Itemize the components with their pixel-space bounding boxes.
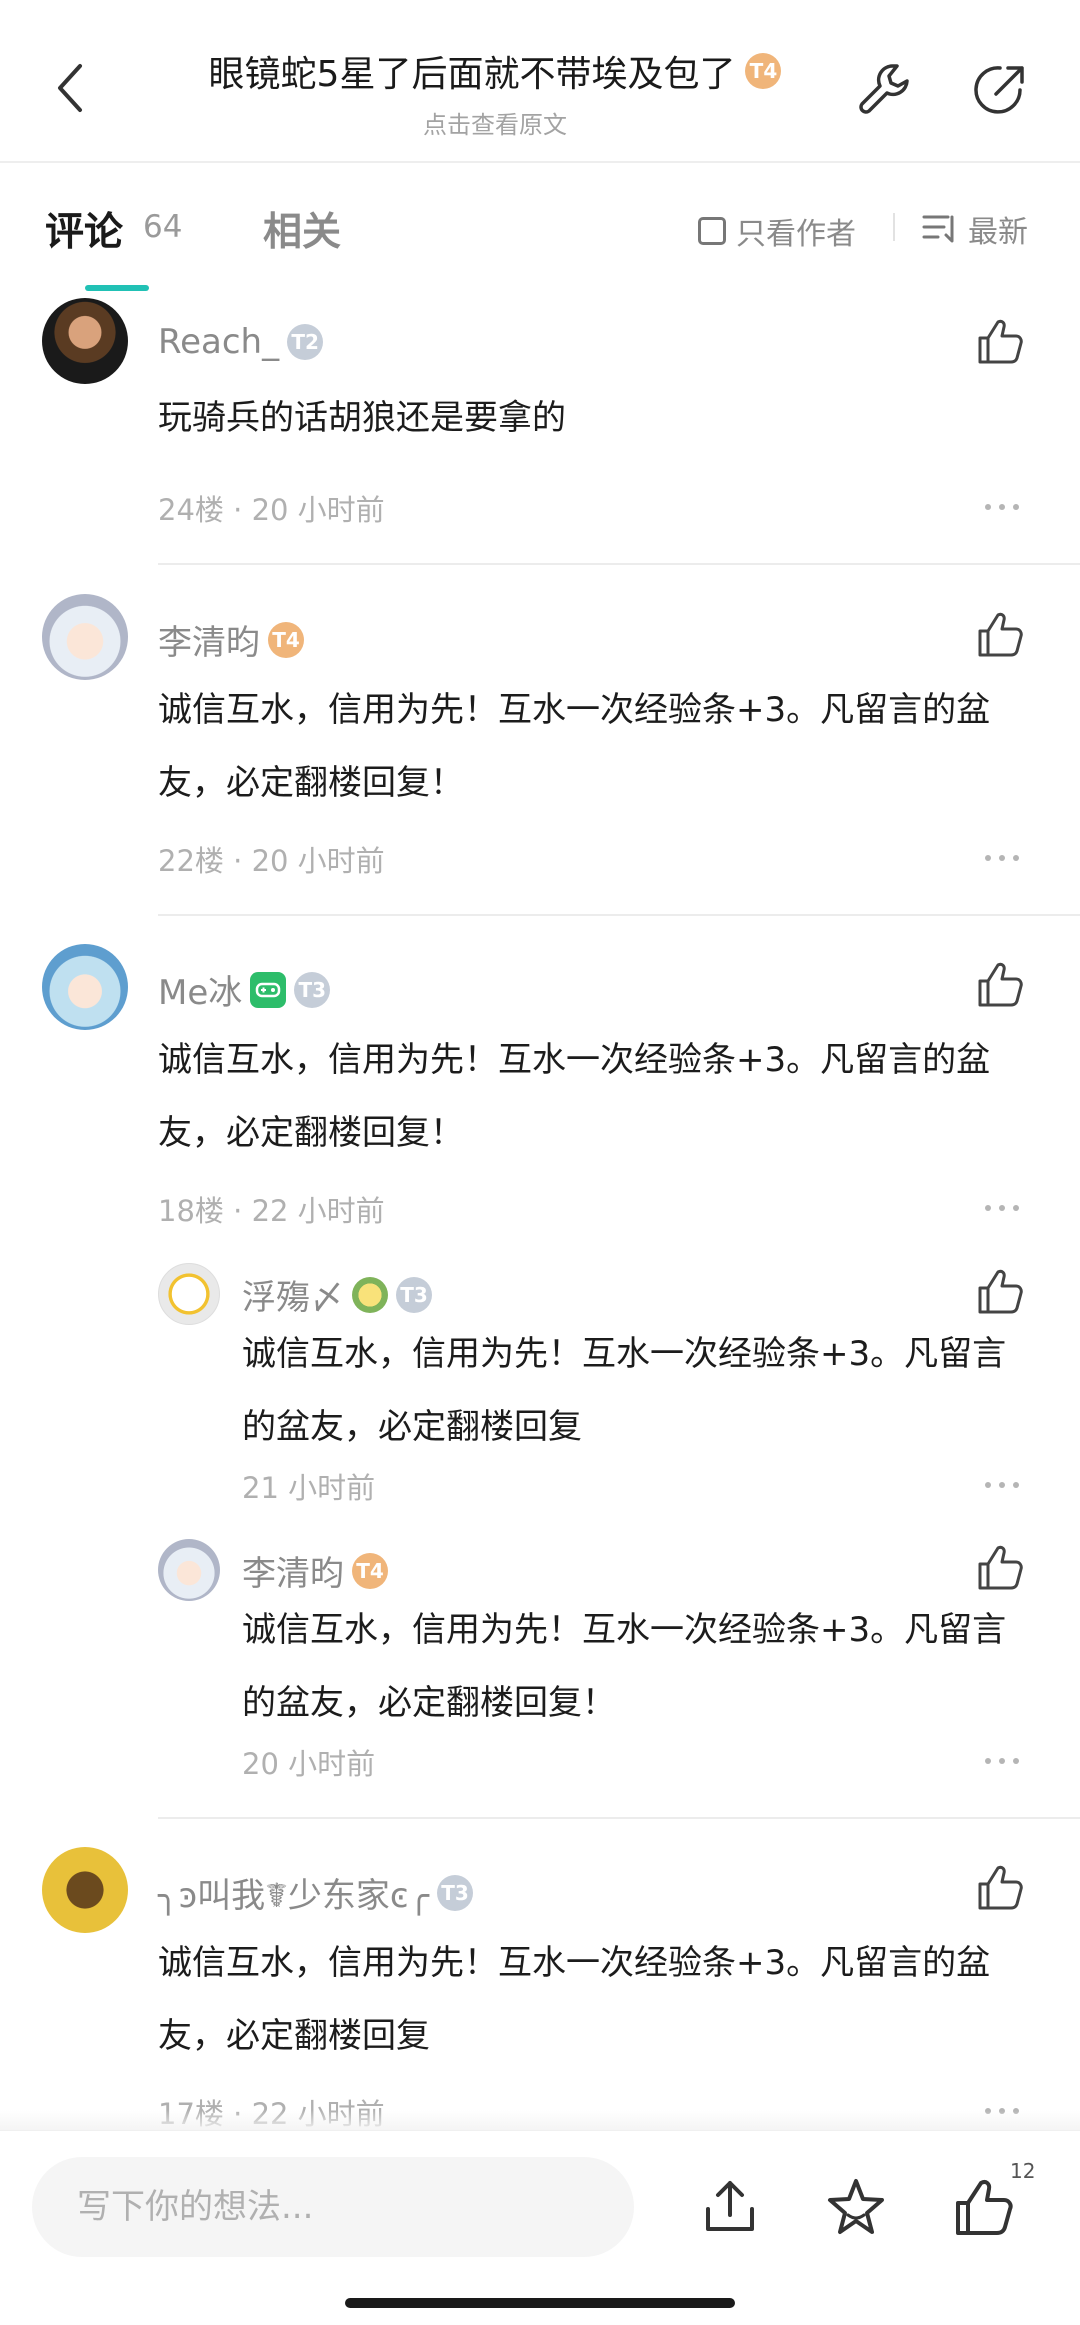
like-button[interactable] xyxy=(974,959,1026,1011)
thumbs-up-icon xyxy=(956,2179,1013,2235)
home-indicator[interactable] xyxy=(345,2298,735,2308)
share-upload-button[interactable] xyxy=(698,2175,762,2239)
divider xyxy=(158,914,1080,916)
tab-bar: 评论 64 相关 只看作者 最新 xyxy=(0,163,1080,293)
level-badge-icon: T4 xyxy=(745,53,782,89)
comment-meta: 18楼 · 22 小时前 xyxy=(158,1194,385,1228)
more-dots-icon xyxy=(985,1758,1019,1764)
level-badge-icon: T4 xyxy=(352,1552,388,1589)
star-icon xyxy=(828,2179,884,2234)
author-only-label: 只看作者 xyxy=(736,217,856,252)
comment-input[interactable]: 写下你的想法... xyxy=(32,2157,634,2257)
thumbs-up-icon xyxy=(978,1865,1023,1910)
checkbox-icon[interactable] xyxy=(698,217,726,245)
upload-icon xyxy=(706,2181,754,2231)
comment-text: 玩骑兵的话胡狼还是要拿的 xyxy=(158,398,566,438)
more-options-button[interactable] xyxy=(980,1465,1024,1505)
comment-meta: 24楼 · 20 小时前 xyxy=(158,493,385,527)
share-icon xyxy=(974,66,1024,114)
avatar[interactable] xyxy=(158,1539,220,1601)
top-header: 眼镜蛇5星了后面就不带埃及包了 T4 点击查看原文 xyxy=(0,0,1080,163)
reply-time: 20 小时前 xyxy=(242,1747,376,1781)
wrench-icon xyxy=(859,64,909,114)
tab-related[interactable]: 相关 xyxy=(263,201,341,257)
view-original-link[interactable]: 点击查看原文 xyxy=(150,105,840,140)
divider xyxy=(158,563,1080,565)
like-button[interactable] xyxy=(974,1266,1026,1318)
thumbs-up-icon xyxy=(978,319,1023,364)
sticker-badge-icon xyxy=(352,1276,388,1313)
post-title-area[interactable]: 眼镜蛇5星了后面就不带埃及包了 T4 点击查看原文 xyxy=(150,45,840,140)
more-dots-icon xyxy=(985,504,1019,510)
wrench-button[interactable] xyxy=(852,58,916,122)
chevron-left-icon xyxy=(58,64,82,112)
comment-meta: 22楼 · 20 小时前 xyxy=(158,844,385,878)
divider xyxy=(158,1817,1080,1819)
more-dots-icon xyxy=(985,1205,1019,1211)
like-count: 12 xyxy=(1010,2159,1036,2183)
scroll-fade xyxy=(0,2110,1080,2132)
level-badge-icon: T3 xyxy=(294,971,331,1008)
comments-count: 64 xyxy=(143,209,183,245)
like-button[interactable] xyxy=(974,1542,1026,1594)
level-badge-icon: T2 xyxy=(287,324,324,360)
sort-button[interactable]: 最新 xyxy=(922,207,1028,251)
reply-username[interactable]: 李清昀 T4 xyxy=(242,1546,388,1595)
level-badge-icon: T3 xyxy=(396,1276,432,1313)
divider xyxy=(893,213,895,241)
like-button[interactable] xyxy=(974,609,1026,661)
share-button[interactable] xyxy=(968,58,1032,122)
like-post-button[interactable] xyxy=(952,2175,1016,2239)
level-badge-icon: T3 xyxy=(437,1874,474,1911)
bottom-action-bar: 写下你的想法... 12 xyxy=(0,2130,1080,2325)
back-button[interactable] xyxy=(40,48,100,128)
avatar[interactable] xyxy=(42,298,128,384)
avatar[interactable] xyxy=(42,944,128,1030)
comment-text: 诚信互水，信用为先！互水一次经验条+3。凡留言的盆友，必定翻楼回复！ xyxy=(158,690,991,803)
game-controller-icon xyxy=(250,971,287,1008)
favorite-button[interactable] xyxy=(824,2175,888,2239)
avatar[interactable] xyxy=(42,1847,128,1933)
reply-username[interactable]: 浮殤〆 T3 xyxy=(242,1270,432,1319)
author-only-toggle[interactable]: 只看作者 xyxy=(698,209,856,253)
comment-username[interactable]: 李清昀 T4 xyxy=(158,615,304,664)
comment-text: 诚信互水，信用为先！互水一次经验条+3。凡留言的盆友，必定翻楼回复 xyxy=(158,1943,991,2056)
active-tab-indicator xyxy=(85,285,149,291)
level-badge-icon: T4 xyxy=(268,621,304,658)
thumbs-up-icon xyxy=(978,962,1023,1007)
more-options-button[interactable] xyxy=(980,1188,1024,1228)
post-title: 眼镜蛇5星了后面就不带埃及包了 T4 xyxy=(209,45,782,97)
comment-text: 诚信互水，信用为先！互水一次经验条+3。凡留言的盆友，必定翻楼回复！ xyxy=(158,1040,991,1153)
thumbs-up-icon xyxy=(978,1545,1023,1590)
sort-label: 最新 xyxy=(968,215,1028,250)
comment-username[interactable]: Me冰 T3 xyxy=(158,965,331,1014)
like-button[interactable] xyxy=(974,316,1026,368)
reply-text: 诚信互水，信用为先！互水一次经验条+3。凡留言的盆友，必定翻楼回复 xyxy=(242,1334,1007,1447)
thumbs-up-icon xyxy=(978,612,1023,657)
reply-text: 诚信互水，信用为先！互水一次经验条+3。凡留言的盆友，必定翻楼回复！ xyxy=(242,1610,1007,1723)
more-options-button[interactable] xyxy=(980,1741,1024,1781)
sort-icon xyxy=(922,215,954,243)
more-dots-icon xyxy=(985,1482,1019,1488)
more-options-button[interactable] xyxy=(980,487,1024,527)
more-options-button[interactable] xyxy=(980,838,1024,878)
comment-username[interactable]: ╮ͽ叫我☤少东家ͼ╭ T3 xyxy=(158,1868,474,1917)
avatar[interactable] xyxy=(42,594,128,680)
thumbs-up-icon xyxy=(978,1269,1023,1314)
reply-time: 21 小时前 xyxy=(242,1471,376,1505)
more-dots-icon xyxy=(985,855,1019,861)
tab-comments[interactable]: 评论 xyxy=(45,201,123,257)
comment-username[interactable]: Reach_ T2 xyxy=(158,322,324,362)
avatar[interactable] xyxy=(158,1263,220,1325)
like-button[interactable] xyxy=(974,1862,1026,1914)
